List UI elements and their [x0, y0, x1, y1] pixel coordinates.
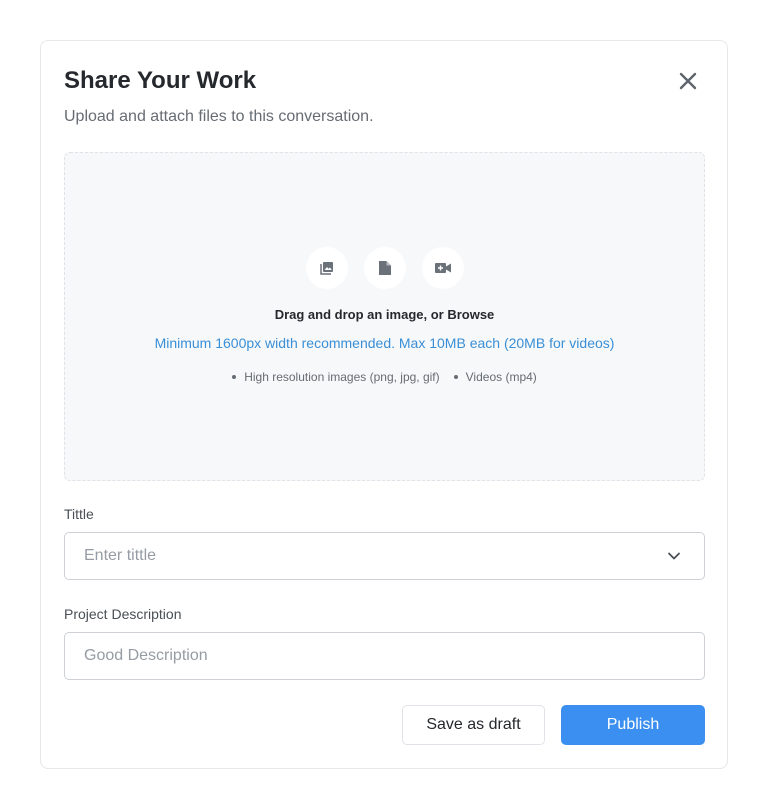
title-select[interactable] [64, 532, 705, 580]
file-dropzone[interactable]: Drag and drop an image, or Browse Minimu… [64, 152, 705, 481]
document-icon [378, 261, 391, 275]
modal-subtitle: Upload and attach files to this conversa… [64, 108, 374, 125]
image-icon [319, 262, 333, 275]
chevron-down-icon [668, 552, 680, 560]
dropzone-bullets: High resolution images (png, jpg, gif) V… [65, 370, 704, 384]
dropzone-heading: Drag and drop an image, or Browse [274, 307, 495, 322]
document-upload-badge [363, 247, 406, 289]
description-input[interactable] [84, 647, 685, 665]
publish-button[interactable]: Publish [561, 705, 705, 745]
bullet-videos: Videos (mp4) [454, 370, 537, 384]
title-label: Tittle [64, 506, 94, 522]
video-camera-icon [434, 263, 451, 273]
description-label: Project Description [64, 606, 182, 622]
save-draft-button[interactable]: Save as draft [402, 705, 545, 745]
video-upload-badge [421, 247, 464, 289]
description-field[interactable] [64, 632, 705, 680]
upload-type-icons [65, 247, 704, 289]
share-work-modal: Share Your Work Upload and attach files … [40, 40, 728, 769]
dropzone-hint: Minimum 1600px width recommended. Max 10… [154, 335, 615, 351]
title-input[interactable] [84, 547, 685, 565]
modal-title: Share Your Work [64, 67, 257, 94]
image-upload-badge [305, 247, 348, 289]
close-icon [679, 72, 697, 90]
bullet-images: High resolution images (png, jpg, gif) [232, 370, 439, 384]
close-button[interactable] [675, 68, 701, 94]
